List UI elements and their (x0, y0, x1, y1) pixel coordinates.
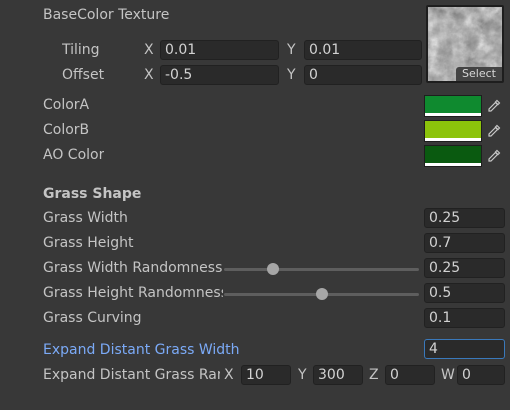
offset-y-axis-label: Y (287, 67, 296, 83)
color-a-swatch[interactable] (424, 95, 482, 117)
grass-width-randomness-label: Grass Width Randomness (43, 260, 223, 276)
color-b-label: ColorB (43, 122, 90, 138)
eyedropper-icon (488, 149, 501, 162)
offset-x-axis-label: X (144, 67, 154, 83)
grass-shape-header: Grass Shape (43, 186, 142, 202)
tiling-y-field[interactable]: 0.01 (304, 40, 422, 60)
grass-width-randomness-field[interactable]: 0.25 (424, 258, 505, 278)
expand-range-y-field[interactable]: 300 (313, 365, 363, 385)
basecolor-texture-label: BaseColor Texture (43, 7, 170, 23)
expand-range-w-field[interactable]: 0 (457, 365, 505, 385)
ao-color-label: AO Color (43, 147, 105, 163)
grass-curving-field[interactable]: 0.1 (424, 308, 505, 328)
grass-height-field[interactable]: 0.7 (424, 233, 505, 253)
expand-distant-grass-width-label: Expand Distant Grass Width (43, 342, 240, 358)
grass-height-randomness-label: Grass Height Randomness (43, 285, 223, 301)
expand-range-z-axis-label: Z (369, 367, 379, 383)
grass-width-label: Grass Width (43, 210, 128, 226)
color-b-alpha-bar (425, 138, 481, 141)
color-b-eyedropper-button[interactable] (483, 120, 505, 142)
expand-distant-grass-range-label: Expand Distant Grass Range (43, 367, 220, 383)
tiling-x-axis-label: X (144, 42, 154, 58)
expand-distant-grass-width-field[interactable]: 4 (424, 339, 505, 359)
grass-width-randomness-slider-thumb[interactable] (266, 263, 279, 275)
color-a-eyedropper-button[interactable] (483, 95, 505, 117)
grass-width-field[interactable]: 0.25 (424, 208, 505, 228)
basecolor-texture-thumbnail[interactable]: Select (426, 5, 504, 83)
ao-color-eyedropper-button[interactable] (483, 145, 505, 167)
grass-curving-label: Grass Curving (43, 310, 142, 326)
color-a-alpha-bar (425, 113, 481, 116)
expand-range-z-field[interactable]: 0 (385, 365, 435, 385)
offset-y-field[interactable]: 0 (304, 65, 422, 85)
eyedropper-icon (488, 124, 501, 137)
color-a-label: ColorA (43, 97, 90, 113)
grass-height-label: Grass Height (43, 235, 134, 251)
ao-color-swatch[interactable] (424, 145, 482, 167)
tiling-label: Tiling (62, 42, 100, 58)
expand-range-x-axis-label: X (224, 367, 234, 383)
offset-label: Offset (62, 67, 105, 83)
eyedropper-icon (488, 99, 501, 112)
grass-width-randomness-track[interactable] (224, 268, 419, 271)
expand-range-y-axis-label: Y (298, 367, 307, 383)
grass-height-randomness-field[interactable]: 0.5 (424, 283, 505, 303)
expand-range-w-axis-label: W (441, 367, 455, 383)
offset-x-field[interactable]: -0.5 (160, 65, 279, 85)
color-b-swatch[interactable] (424, 120, 482, 142)
tiling-x-field[interactable]: 0.01 (160, 40, 279, 60)
tiling-y-axis-label: Y (287, 42, 296, 58)
expand-range-x-field[interactable]: 10 (241, 365, 291, 385)
ao-color-alpha-bar (425, 163, 481, 166)
texture-select-button[interactable]: Select (456, 67, 502, 81)
grass-height-randomness-slider-thumb[interactable] (315, 288, 328, 300)
